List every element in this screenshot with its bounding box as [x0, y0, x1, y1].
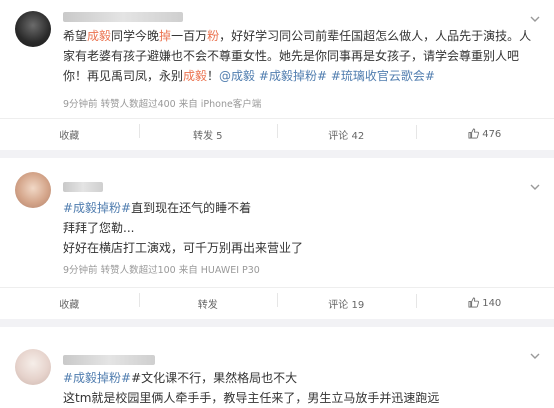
like-button[interactable]: 140 [416, 297, 554, 309]
username-redacted[interactable] [63, 182, 103, 192]
hashtag-link[interactable]: #成毅掉粉# [63, 371, 131, 385]
repost-button[interactable]: 转发 5 [139, 127, 278, 142]
chevron-down-icon[interactable] [530, 351, 540, 361]
chevron-down-icon[interactable] [530, 182, 540, 192]
text-run: 希望 [63, 29, 87, 43]
hashtag-link[interactable]: #琉璃收官云歌会# [331, 69, 435, 83]
post-meta: 9分钟前 转赞人数超过400 来自 iPhone客户端 [63, 96, 261, 110]
favorite-button[interactable]: 收藏 [0, 127, 139, 142]
username-redacted[interactable] [63, 355, 155, 365]
favorite-button[interactable]: 收藏 [0, 296, 139, 311]
comment-button[interactable]: 评论 19 [277, 296, 416, 311]
comment-button[interactable]: 评论 42 [277, 127, 416, 142]
like-count: 476 [482, 129, 501, 140]
text-run: 好好在横店打工演戏，可千万别再出来营业了 [63, 241, 303, 255]
post-meta: 9分钟前 转赞人数超过100 来自 HUAWEI P30 [63, 262, 260, 276]
post-text: #成毅掉粉#直到现在还气的睡不着 拜拜了您勒... 好好在横店打工演戏，可千万别… [63, 198, 538, 258]
action-bar: 收藏 转发 5 评论 42 476 [0, 118, 554, 149]
keyword-highlight: 成毅 [183, 69, 207, 83]
keyword-highlight: 粉 [207, 29, 219, 43]
post-divider [0, 319, 554, 327]
hashtag-link[interactable]: #成毅掉粉# [259, 69, 327, 83]
hashtag-link[interactable]: #成毅掉粉# [63, 201, 131, 215]
text-run: 这tm就是校园里俩人牵手手，教导主任来了，男生立马放手并迅速跑远 [63, 391, 439, 405]
text-run: 一百万 [171, 29, 207, 43]
username-redacted[interactable] [63, 12, 183, 22]
hashtag-link[interactable]: @成毅 [219, 69, 255, 83]
post-text: 希望成毅同学今晚掉一百万粉，好好学习同公司前辈任国超怎么做人，人品先于演技。人家… [63, 26, 538, 86]
action-bar: 收藏 转发 评论 19 140 [0, 287, 554, 318]
avatar[interactable] [15, 349, 51, 385]
avatar[interactable] [15, 172, 51, 208]
text-run: 直到现在还气的睡不着 [131, 201, 251, 215]
text-run: ！ [207, 69, 219, 83]
text-run: 拜拜了您勒... [63, 221, 134, 235]
repost-button[interactable]: 转发 [139, 296, 278, 311]
chevron-down-icon[interactable] [530, 14, 540, 24]
thumbs-up-icon [468, 297, 479, 308]
like-button[interactable]: 476 [416, 128, 554, 140]
like-count: 140 [482, 298, 501, 309]
keyword-highlight: 掉 [159, 29, 171, 43]
post-divider [0, 150, 554, 158]
avatar[interactable] [15, 11, 51, 47]
text-run: #文化课不行，果然格局也不大 [131, 371, 297, 385]
keyword-highlight: 成毅 [87, 29, 111, 43]
post-text: #成毅掉粉##文化课不行，果然格局也不大 这tm就是校园里俩人牵手手，教导主任来… [63, 368, 538, 408]
text-run: 同学今晚 [111, 29, 159, 43]
thumbs-up-icon [468, 128, 479, 139]
